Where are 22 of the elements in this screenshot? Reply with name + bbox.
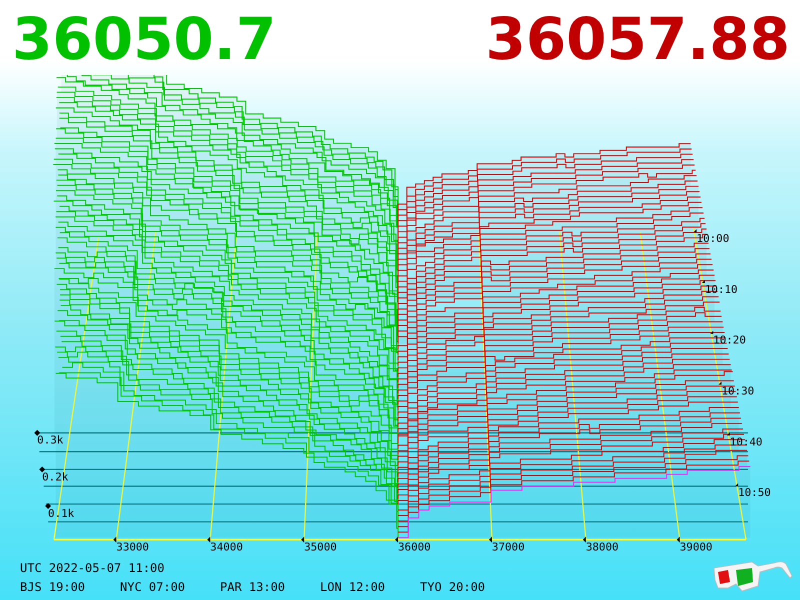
price-tick-label: 39000 [680,540,712,554]
depth-tick-label: 0.3k [37,434,64,447]
utc-time: UTC 2022-05-07 11:00 [20,561,166,575]
time-tick-label: 10:50 [738,486,771,500]
ask-price: 36057.88 [485,4,790,75]
price-tick-label: 34000 [210,540,243,554]
city-time: LON 12:00 [320,580,386,594]
time-tick-label: 10:10 [704,282,738,296]
price-tick-label: 38000 [586,540,619,554]
city-time: NYC 07:00 [120,580,186,594]
price-tick-label: 37000 [492,540,525,554]
city-time: PAR 13:00 [220,580,286,594]
price-tick-label: 35000 [304,540,337,554]
city-time: TYO 20:00 [420,580,486,594]
bid-price: 36050.7 [12,4,276,75]
time-tick-label: 10:00 [696,232,730,246]
time-tick-label: 10:20 [713,334,746,347]
time-tick-label: 10:40 [730,435,762,448]
price-tick-label: 36000 [398,540,431,554]
time-tick-label: 10:30 [721,384,754,398]
price-tick-label: 33000 [116,540,149,554]
city-time: BJS 19:00 [20,580,86,594]
